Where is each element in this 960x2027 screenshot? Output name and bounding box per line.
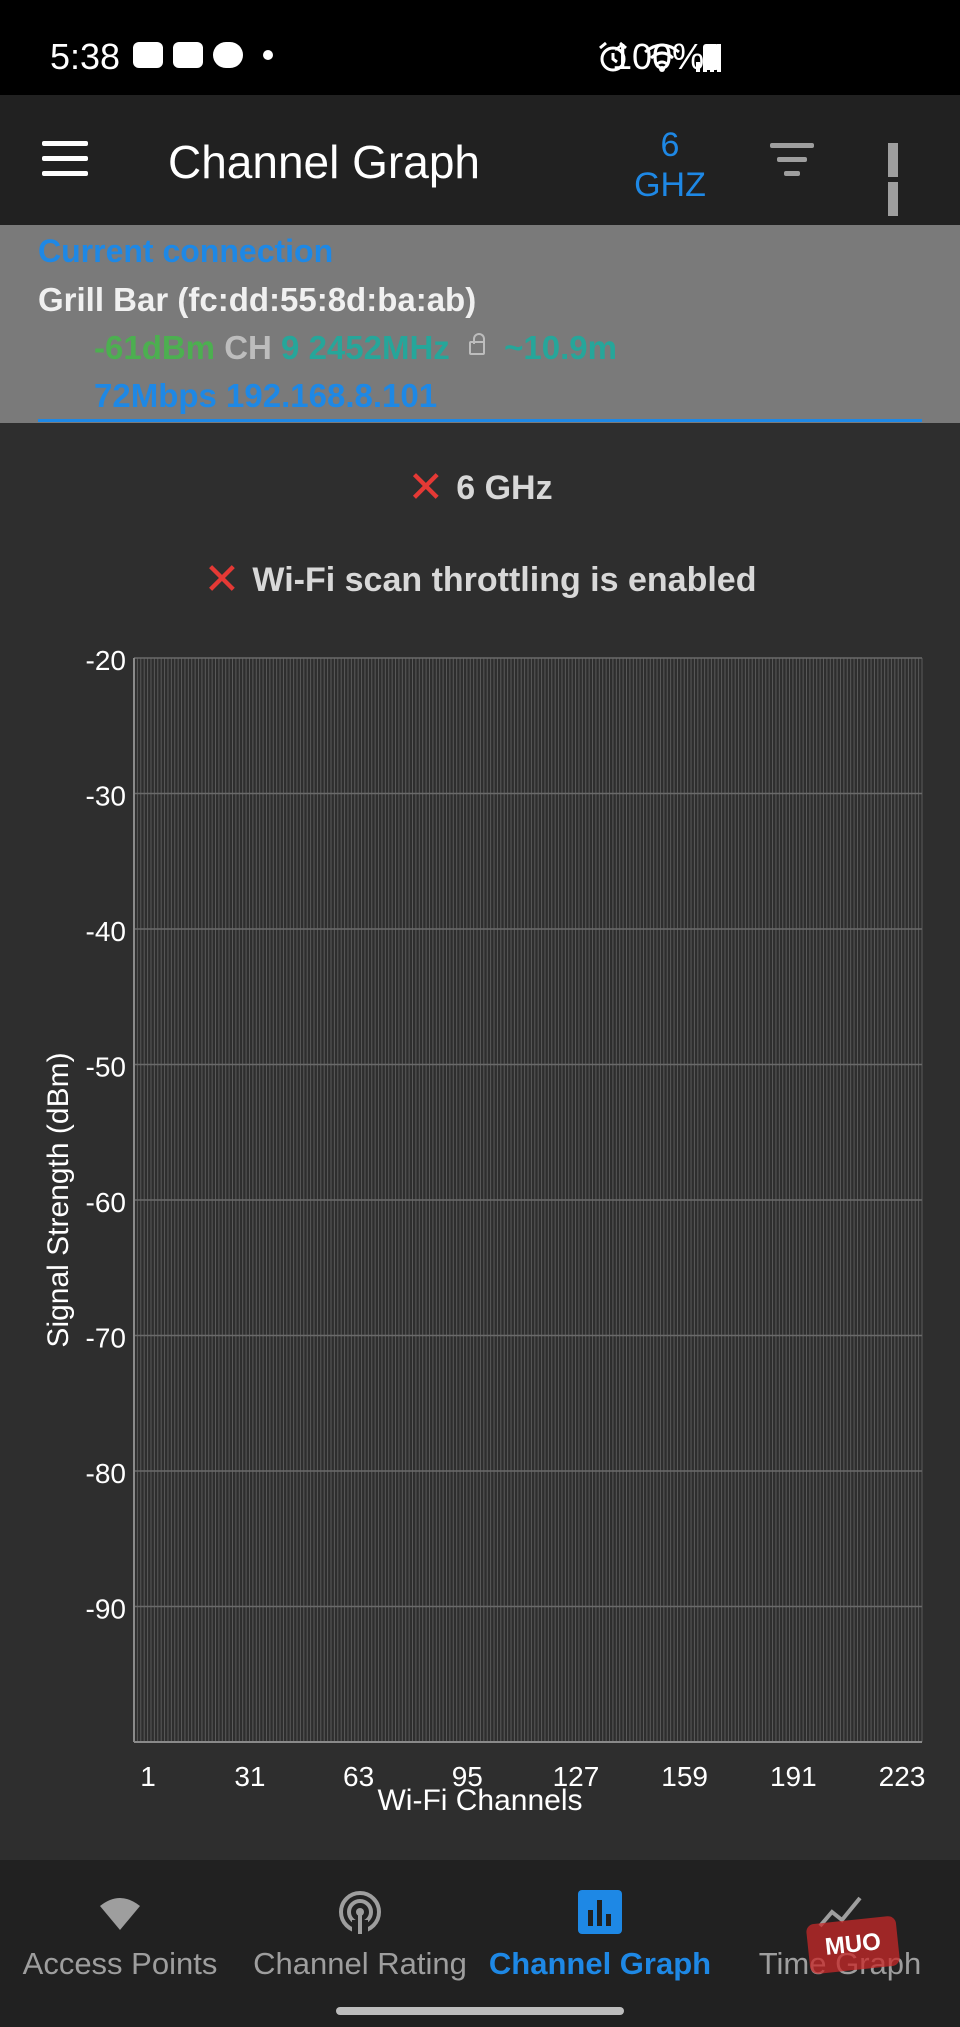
x-tick-label: 31 — [234, 1761, 265, 1792]
connection-header: Current connection — [38, 233, 334, 269]
wear-icon — [213, 42, 243, 68]
battery-percent: 100% — [612, 36, 705, 77]
battery-icon — [703, 44, 719, 70]
x-tick-label: 191 — [770, 1761, 817, 1792]
bar-chart-icon — [578, 1890, 622, 1934]
y-tick-label: -20 — [86, 645, 126, 676]
distance: ~10.9m — [504, 329, 617, 366]
y-tick-label: -90 — [86, 1594, 126, 1625]
nav-channel-rating[interactable]: Channel Rating — [240, 1890, 480, 1982]
lock-icon — [468, 333, 485, 355]
chart-svg: -20-30-40-50-60-70-80-901 31 63 95 127 159 191… — [42, 645, 926, 1817]
close-icon: ✕ — [203, 555, 241, 604]
x-axis-title: Wi-Fi Channels — [377, 1784, 582, 1817]
nav-label: Access Points — [22, 1946, 218, 1981]
band-number: 6 — [660, 126, 680, 164]
y-tick-label: -50 — [86, 1052, 126, 1083]
throttling-warning[interactable]: ✕ Wi-Fi scan throttling is enabled — [0, 554, 960, 605]
close-icon: ✕ — [407, 463, 445, 512]
filter-icon[interactable] — [770, 143, 814, 177]
nav-channel-graph[interactable]: Channel Graph — [480, 1890, 720, 1982]
app-bar: Channel Graph 6 GHZ — [0, 95, 960, 225]
connection-divider — [38, 419, 922, 422]
channel-number: 9 — [281, 329, 300, 366]
more-notifications-icon — [263, 50, 273, 60]
nav-access-points[interactable]: Access Points — [0, 1890, 240, 1982]
gallery-icon — [133, 42, 163, 68]
bottom-navigation: Access Points Channel Rating Channel Gra… — [0, 1860, 960, 2027]
y-tick-label: -40 — [86, 916, 126, 947]
signal-strength: -61dBm — [94, 329, 216, 366]
band-warning: ✕ 6 GHz — [0, 462, 960, 513]
connection-details: -61dBm CH 9 2452MHz ~10.9m — [94, 329, 617, 367]
y-tick-label: -70 — [86, 1323, 126, 1354]
youtube-icon — [173, 42, 203, 68]
nav-label: Channel Rating — [253, 1946, 467, 1981]
channel-graph-chart: -20 -30 -40 -50 -60 -70 -80 -90 1 31 63 95 127 159 191… — [0, 640, 960, 1820]
y-axis-title: Signal Strength (dBm) — [42, 1052, 75, 1347]
band-warning-text: 6 GHz — [456, 469, 553, 507]
link-info: 72Mbps 192.168.8.101 — [94, 377, 438, 414]
band-unit: GHZ — [634, 166, 706, 204]
x-tick-label: 1 — [140, 1761, 156, 1792]
watermark-logo: MUO — [805, 1915, 901, 1975]
channel-label: CH — [224, 329, 272, 366]
current-connection-panel[interactable]: Current connection Grill Bar (fc:dd:55:8… — [0, 225, 960, 423]
page-title: Channel Graph — [168, 136, 480, 188]
nav-label: Channel Graph — [488, 1946, 712, 1981]
y-tick-label: -30 — [86, 781, 126, 812]
connection-ssid: Grill Bar (fc:dd:55:8d:ba:ab) — [38, 281, 477, 318]
notification-icons — [133, 42, 273, 68]
x-tick-label: 63 — [343, 1761, 374, 1792]
y-tick-label: -80 — [86, 1458, 126, 1489]
status-bar: 5:38 100% — [0, 0, 960, 95]
wifi-icon — [100, 1898, 140, 1930]
antenna-icon — [339, 1891, 381, 1934]
x-tick-label: 223 — [879, 1761, 926, 1792]
band-toggle-button[interactable]: 6 GHZ — [620, 125, 720, 205]
menu-icon[interactable] — [42, 141, 88, 177]
throttling-warning-text: Wi-Fi scan throttling is enabled — [252, 561, 757, 599]
y-tick-label: -60 — [86, 1187, 126, 1218]
pause-icon[interactable] — [888, 143, 920, 216]
home-indicator[interactable] — [336, 2007, 624, 2015]
frequency: 2452MHz — [308, 329, 450, 366]
status-time: 5:38 — [50, 36, 121, 77]
x-tick-label: 159 — [661, 1761, 708, 1792]
